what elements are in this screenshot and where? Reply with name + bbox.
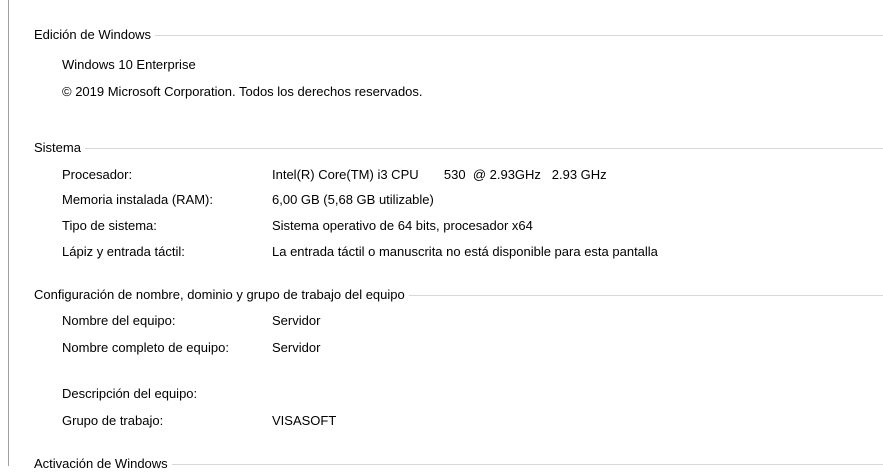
computer-row-full-name: Nombre completo de equipo: Servidor [62, 340, 883, 376]
row-label: Procesador: [62, 167, 133, 182]
windows-edition-product: Windows 10 Enterprise [62, 57, 196, 72]
row-label: Lápiz y entrada táctil: [62, 244, 185, 259]
panel-left-border [8, 0, 9, 466]
computer-row-description: Descripción del equipo: [62, 386, 883, 406]
section-title-computer-name: Configuración de nombre, dominio y grupo… [34, 286, 405, 302]
section-header-computer-name: Configuración de nombre, dominio y grupo… [34, 285, 883, 303]
row-value: Servidor [272, 313, 321, 328]
section-title-system: Sistema [34, 139, 81, 155]
row-value: 6,00 GB (5,68 GB utilizable) [272, 192, 434, 207]
windows-copyright: © 2019 Microsoft Corporation. Todos los … [62, 84, 423, 99]
row-label: Nombre del equipo: [62, 313, 176, 328]
section-divider [155, 34, 883, 36]
row-value: VISASOFT [272, 413, 337, 428]
row-label: Nombre completo de equipo: [62, 340, 229, 355]
section-header-windows-edition: Edición de Windows [34, 25, 883, 43]
section-title-windows-edition: Edición de Windows [34, 26, 152, 42]
row-value: La entrada táctil o manuscrita no está d… [272, 244, 658, 259]
section-divider [171, 463, 883, 465]
row-value: Sistema operativo de 64 bits, procesador… [272, 218, 533, 233]
computer-row-workgroup: Grupo de trabajo: VISASOFT [62, 413, 883, 433]
row-label: Tipo de sistema: [62, 218, 157, 233]
section-title-activation: Activación de Windows [34, 455, 168, 471]
section-divider [408, 294, 883, 296]
row-label: Memoria instalada (RAM): [62, 192, 213, 207]
computer-row-name: Nombre del equipo: Servidor [62, 313, 883, 333]
row-value: Intel(R) Core(TM) i3 CPU 530 @ 2.93GHz 2… [272, 167, 607, 182]
system-row-pen-touch: Lápiz y entrada táctil: La entrada tácti… [62, 244, 883, 264]
section-header-system: Sistema [34, 138, 883, 156]
section-divider [84, 147, 883, 149]
row-label: Grupo de trabajo: [62, 413, 164, 428]
system-row-system-type: Tipo de sistema: Sistema operativo de 64… [62, 218, 883, 238]
system-row-ram: Memoria instalada (RAM): 6,00 GB (5,68 G… [62, 192, 883, 212]
row-label: Descripción del equipo: [62, 386, 198, 401]
system-properties-panel: Edición de Windows Windows 10 Enterprise… [0, 0, 883, 471]
section-header-activation: Activación de Windows [34, 454, 883, 472]
system-row-processor: Procesador: Intel(R) Core(TM) i3 CPU 530… [62, 167, 883, 187]
row-value: Servidor [272, 340, 321, 355]
